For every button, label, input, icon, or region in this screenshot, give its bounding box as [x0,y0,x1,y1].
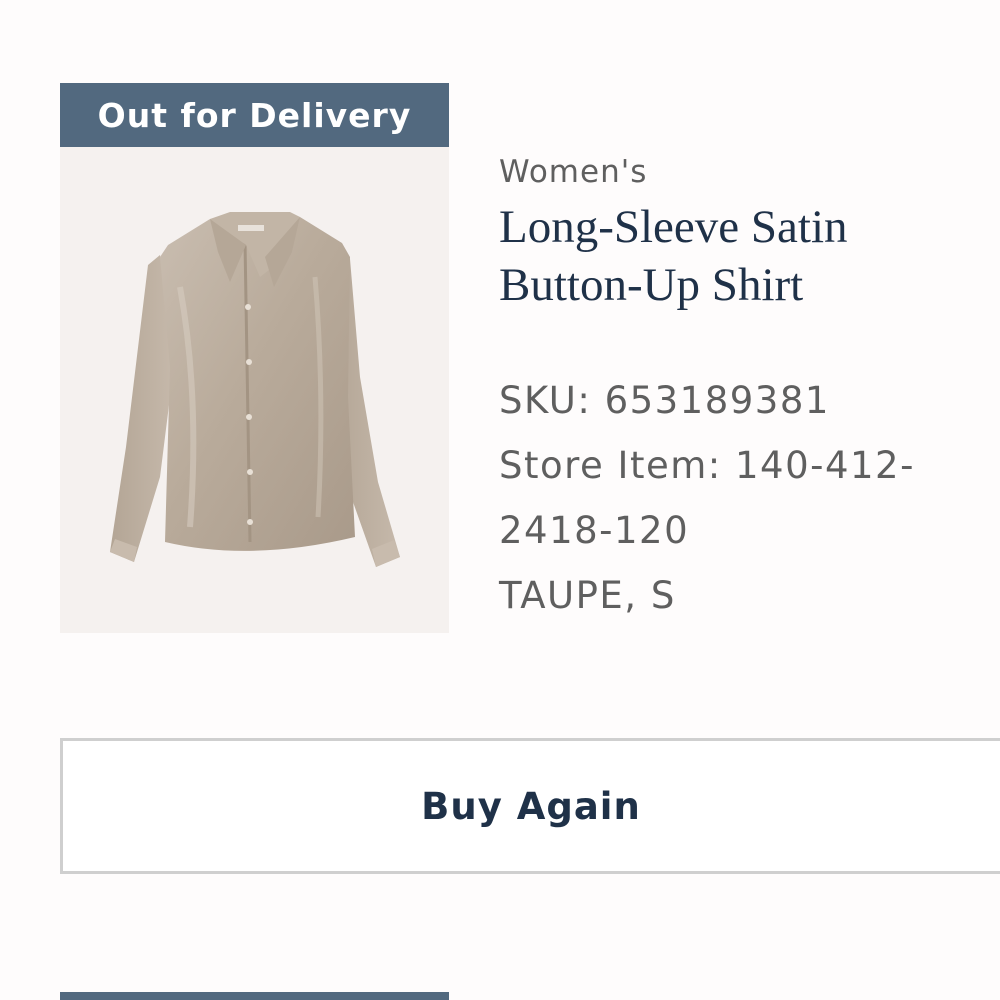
product-name[interactable]: Long-Sleeve Satin Button-Up Shirt [499,198,939,314]
delivery-status-text: Out for Delivery [97,95,412,135]
product-category: Women's [499,154,648,190]
delivery-status-banner: Out for Delivery [60,83,449,147]
buy-again-label: Buy Again [421,784,641,828]
satin-shirt-image [60,147,449,633]
next-item-status-banner [60,992,449,1000]
store-item-text-line2: 2418-120 [499,509,690,552]
product-image[interactable] [60,147,449,633]
sku-text: SKU: 653189381 [499,379,830,422]
order-page: Out for Delivery Women's Long-Sleeve Sat… [0,0,1000,1000]
product-name-line1: Long-Sleeve Satin [499,201,848,253]
buy-again-button[interactable]: Buy Again [60,738,1000,874]
store-item-text-line1: Store Item: 140-412- [499,444,915,487]
color-size-text: TAUPE, S [499,574,676,617]
product-details: SKU: 653189381 Store Item: 140-412- 2418… [499,368,959,628]
product-name-line2: Button-Up Shirt [499,259,804,311]
